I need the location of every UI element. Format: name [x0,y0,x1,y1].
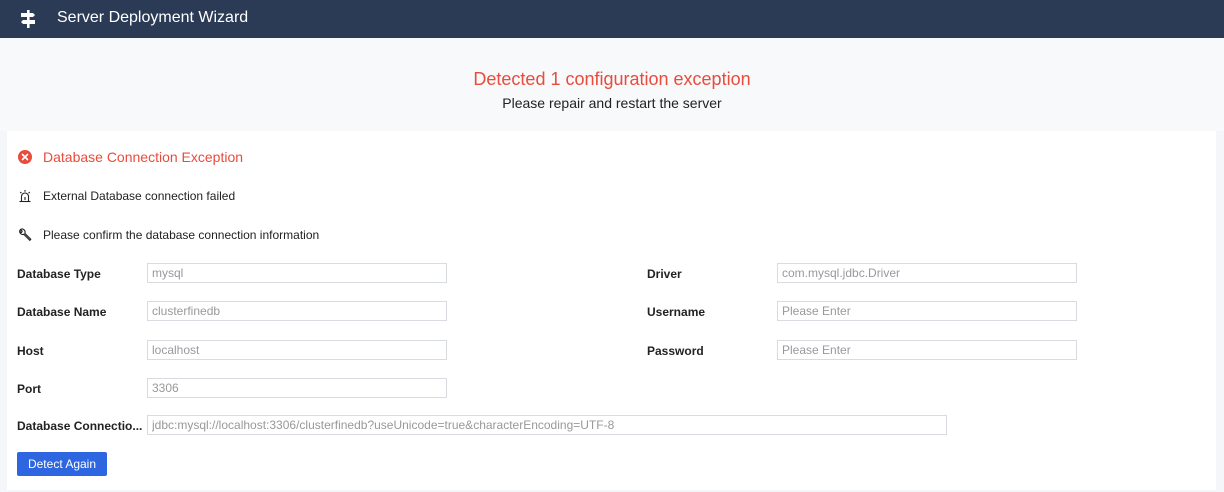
exception-subheading: Please repair and restart the server [502,95,722,111]
wrench-icon [19,228,32,241]
message-row-connection: External Database connection failed [18,189,235,203]
message-text: Please confirm the database connection i… [43,228,320,242]
app-title: Server Deployment Wizard [57,9,249,26]
message-row-confirm: Please confirm the database connection i… [18,228,319,242]
status-header: Detected 1 configuration exception Pleas… [0,38,1224,131]
driver-field[interactable] [777,263,1077,283]
password-field[interactable] [777,340,1077,360]
exception-card: Database Connection Exception External D… [7,131,1216,490]
connection-url-field[interactable] [147,415,947,435]
signpost-icon [21,10,35,28]
host-field[interactable] [147,340,447,360]
database-type-label: Database Type [17,267,101,281]
database-type-field[interactable] [147,263,447,283]
password-label: Password [647,344,704,358]
alarm-icon [19,190,31,203]
error-circle-icon [18,150,32,164]
message-text: External Database connection failed [43,189,236,203]
error-title-row: Database Connection Exception [18,149,243,165]
username-label: Username [647,305,706,319]
database-name-label: Database Name [17,305,107,319]
exception-heading: Detected 1 configuration exception [473,69,751,89]
port-field[interactable] [147,378,447,398]
detect-again-button[interactable]: Detect Again [17,452,107,476]
port-label: Port [17,382,41,396]
connection-url-label: Database Connectio... [17,419,143,433]
username-field[interactable] [777,301,1077,321]
database-name-field[interactable] [147,301,447,321]
title-bar: Server Deployment Wizard [0,0,1224,38]
host-label: Host [17,344,44,358]
error-title: Database Connection Exception [43,149,244,165]
driver-label: Driver [647,267,682,281]
